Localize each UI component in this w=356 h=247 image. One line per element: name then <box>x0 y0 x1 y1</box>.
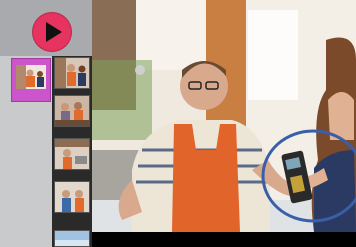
slide-thumbnail[interactable] <box>54 95 90 127</box>
play-icon <box>46 22 62 42</box>
selected-slide-thumbnail[interactable] <box>11 58 51 102</box>
bottom-bar <box>92 232 356 247</box>
slides-sidebar <box>0 0 92 247</box>
main-slide-photo <box>92 0 356 232</box>
cafe-payment-photo <box>92 0 356 232</box>
slide-thumbnail[interactable] <box>54 57 90 89</box>
selected-slide-image <box>16 65 46 89</box>
slide-thumbnail[interactable] <box>54 230 90 247</box>
play-button[interactable] <box>33 13 71 51</box>
slideshow-editor <box>0 0 356 247</box>
slide-thumbnail[interactable] <box>54 181 90 213</box>
slide-thumbnail[interactable] <box>54 138 90 170</box>
